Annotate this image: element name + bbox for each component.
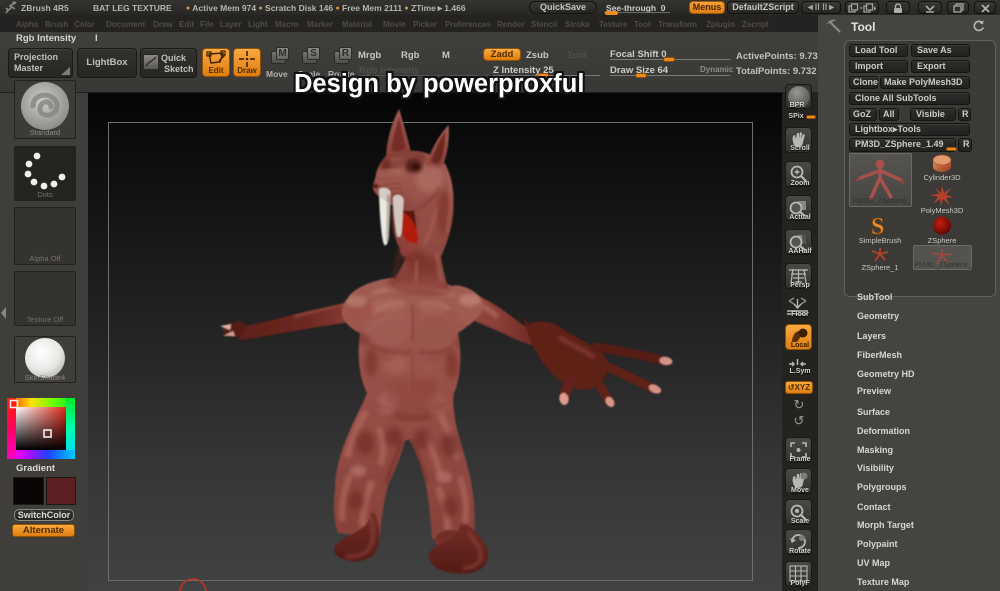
svg-text:S: S [871,215,884,237]
